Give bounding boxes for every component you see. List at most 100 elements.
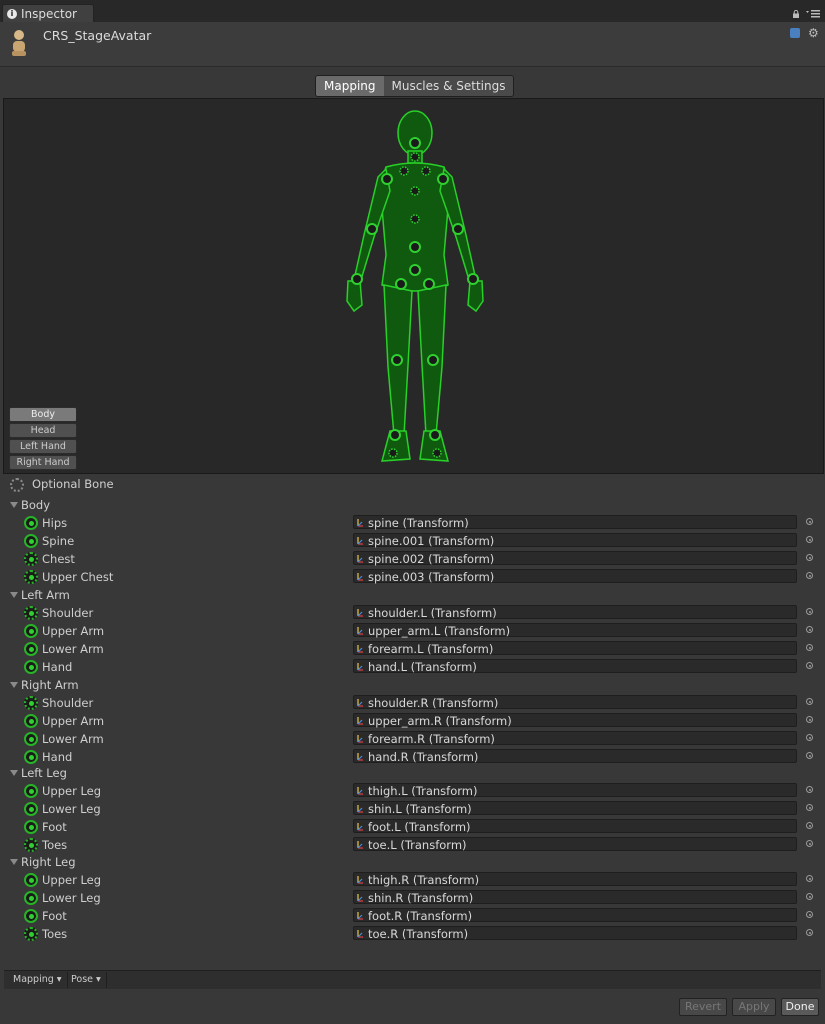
group-left-leg[interactable]: Left Leg bbox=[0, 764, 825, 782]
pose-dropdown[interactable]: Pose ▾ bbox=[66, 972, 107, 988]
bone-icon[interactable] bbox=[24, 714, 38, 728]
revert-button[interactable]: Revert bbox=[679, 998, 727, 1016]
window-tab-bar bbox=[0, 0, 825, 22]
group-right-leg[interactable]: Right Leg bbox=[0, 853, 825, 871]
optional-bone-icon[interactable] bbox=[24, 927, 38, 941]
bone-icon[interactable] bbox=[24, 642, 38, 656]
view-right-hand-button[interactable]: Right Hand bbox=[9, 455, 77, 470]
object-picker-icon[interactable] bbox=[806, 716, 813, 723]
object-picker-icon[interactable] bbox=[806, 626, 813, 633]
mapping-dropdown[interactable]: Mapping ▾ bbox=[8, 972, 68, 988]
bone-transform-field[interactable]: spine.002 (Transform) bbox=[353, 551, 797, 566]
object-picker-icon[interactable] bbox=[806, 608, 813, 615]
info-icon: i bbox=[7, 8, 17, 19]
object-picker-icon[interactable] bbox=[806, 752, 813, 759]
transform-value: shoulder.L (Transform) bbox=[368, 606, 497, 620]
bone-label: Hips bbox=[42, 516, 68, 530]
bone-icon[interactable] bbox=[24, 784, 38, 798]
object-picker-icon[interactable] bbox=[806, 572, 813, 579]
gear-icon[interactable]: ⚙ bbox=[808, 26, 819, 40]
optional-bone-icon[interactable] bbox=[24, 606, 38, 620]
object-picker-icon[interactable] bbox=[806, 893, 813, 900]
bone-icon[interactable] bbox=[24, 732, 38, 746]
bone-icon[interactable] bbox=[24, 750, 38, 764]
bone-transform-field[interactable]: shoulder.L (Transform) bbox=[353, 605, 797, 620]
object-picker-icon[interactable] bbox=[806, 786, 813, 793]
optional-bone-icon[interactable] bbox=[24, 552, 38, 566]
bone-row: Foot foot.L (Transform) bbox=[0, 818, 825, 836]
transform-value: hand.R (Transform) bbox=[368, 750, 479, 764]
tab-mapping[interactable]: Mapping bbox=[316, 76, 384, 96]
bone-row: Toes toe.R (Transform) bbox=[0, 925, 825, 943]
bone-icon[interactable] bbox=[24, 909, 38, 923]
bone-transform-field[interactable]: forearm.R (Transform) bbox=[353, 731, 797, 746]
avatar-viewport[interactable]: Body Head Left Hand Right Hand bbox=[3, 98, 824, 474]
optional-bone-icon[interactable] bbox=[24, 838, 38, 852]
bone-transform-field[interactable]: shin.L (Transform) bbox=[353, 801, 797, 816]
bone-transform-field[interactable]: hand.L (Transform) bbox=[353, 659, 797, 674]
bone-icon[interactable] bbox=[24, 624, 38, 638]
object-picker-icon[interactable] bbox=[806, 822, 813, 829]
group-right-arm[interactable]: Right Arm bbox=[0, 676, 825, 694]
bone-icon[interactable] bbox=[24, 802, 38, 816]
bone-transform-field[interactable]: spine.001 (Transform) bbox=[353, 533, 797, 548]
bone-transform-field[interactable]: foot.R (Transform) bbox=[353, 908, 797, 923]
group-body[interactable]: Body bbox=[0, 496, 825, 514]
bone-transform-field[interactable]: toe.L (Transform) bbox=[353, 837, 797, 852]
object-picker-icon[interactable] bbox=[806, 698, 813, 705]
bone-transform-field[interactable]: spine (Transform) bbox=[353, 515, 797, 530]
bone-transform-field[interactable]: thigh.L (Transform) bbox=[353, 783, 797, 798]
bone-transform-field[interactable]: shoulder.R (Transform) bbox=[353, 695, 797, 710]
object-picker-icon[interactable] bbox=[806, 734, 813, 741]
transform-icon bbox=[357, 930, 363, 938]
object-picker-icon[interactable] bbox=[806, 911, 813, 918]
group-label: Left Leg bbox=[21, 766, 67, 780]
view-left-hand-button[interactable]: Left Hand bbox=[9, 439, 77, 454]
group-left-arm[interactable]: Left Arm bbox=[0, 586, 825, 604]
bone-transform-field[interactable]: shin.R (Transform) bbox=[353, 890, 797, 905]
object-picker-icon[interactable] bbox=[806, 875, 813, 882]
view-head-button[interactable]: Head bbox=[9, 423, 77, 438]
object-picker-icon[interactable] bbox=[806, 662, 813, 669]
bone-transform-field[interactable]: toe.R (Transform) bbox=[353, 926, 797, 941]
bone-icon[interactable] bbox=[24, 873, 38, 887]
bone-icon[interactable] bbox=[24, 820, 38, 834]
menu-icon[interactable] bbox=[806, 10, 820, 18]
bone-transform-field[interactable]: upper_arm.R (Transform) bbox=[353, 713, 797, 728]
help-book-icon[interactable] bbox=[790, 28, 800, 38]
bone-transform-field[interactable]: foot.L (Transform) bbox=[353, 819, 797, 834]
lock-icon[interactable] bbox=[792, 10, 800, 18]
group-label: Right Arm bbox=[21, 678, 79, 692]
view-body-button[interactable]: Body bbox=[9, 407, 77, 422]
tab-muscles-settings[interactable]: Muscles & Settings bbox=[383, 76, 514, 96]
bone-icon[interactable] bbox=[24, 516, 38, 530]
object-picker-icon[interactable] bbox=[806, 804, 813, 811]
object-picker-icon[interactable] bbox=[806, 518, 813, 525]
transform-value: foot.L (Transform) bbox=[368, 820, 471, 834]
bone-transform-field[interactable]: forearm.L (Transform) bbox=[353, 641, 797, 656]
bone-transform-field[interactable]: thigh.R (Transform) bbox=[353, 872, 797, 887]
bone-icon[interactable] bbox=[24, 660, 38, 674]
bone-row: Upper Leg thigh.R (Transform) bbox=[0, 871, 825, 889]
object-picker-icon[interactable] bbox=[806, 929, 813, 936]
bone-transform-field[interactable]: spine.003 (Transform) bbox=[353, 569, 797, 584]
apply-button[interactable]: Apply bbox=[732, 998, 776, 1016]
bone-row: Hips spine (Transform) bbox=[0, 514, 825, 532]
bone-icon[interactable] bbox=[24, 534, 38, 548]
transform-value: hand.L (Transform) bbox=[368, 660, 477, 674]
bone-icon[interactable] bbox=[24, 891, 38, 905]
object-picker-icon[interactable] bbox=[806, 536, 813, 543]
object-picker-icon[interactable] bbox=[806, 840, 813, 847]
optional-bone-icon[interactable] bbox=[24, 696, 38, 710]
optional-bone-icon[interactable] bbox=[24, 570, 38, 584]
avatar-icon bbox=[12, 30, 26, 56]
tab-inspector[interactable]: i Inspector bbox=[2, 4, 94, 22]
bone-transform-field[interactable]: upper_arm.L (Transform) bbox=[353, 623, 797, 638]
object-picker-icon[interactable] bbox=[806, 644, 813, 651]
bone-label: Spine bbox=[42, 534, 75, 548]
bone-label: Foot bbox=[42, 909, 67, 923]
bone-transform-field[interactable]: hand.R (Transform) bbox=[353, 749, 797, 764]
done-button[interactable]: Done bbox=[781, 998, 819, 1016]
object-picker-icon[interactable] bbox=[806, 554, 813, 561]
transform-value: toe.R (Transform) bbox=[368, 927, 469, 941]
